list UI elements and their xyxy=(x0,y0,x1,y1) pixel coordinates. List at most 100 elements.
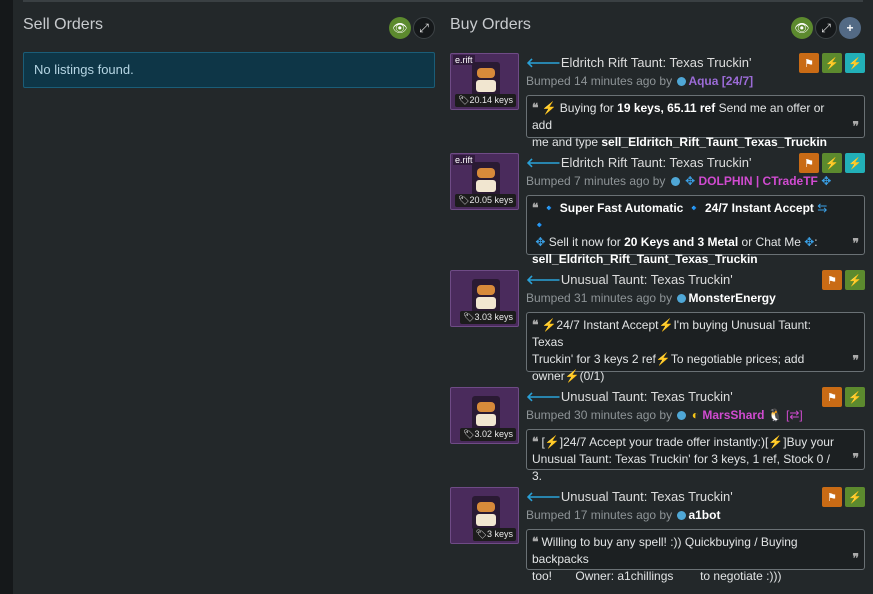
quote-close-icon: ❞ xyxy=(852,551,859,565)
listing-actions: ⚑ ⚡ xyxy=(822,487,865,507)
listing-title[interactable]: 🡐Eldritch Rift Taunt: Texas Truckin' xyxy=(526,55,751,71)
listing-title[interactable]: 🡐Unusual Taunt: Texas Truckin' xyxy=(526,389,733,405)
diamond-icon: 🔹 xyxy=(541,201,557,215)
buy-add-listing-button[interactable]: + xyxy=(839,17,861,39)
username-link[interactable]: MarsShard xyxy=(702,408,764,422)
bolt-icon: ⚡ xyxy=(848,391,862,404)
listing-meta: Bumped 31 minutes ago by MonsterEnergy xyxy=(526,291,776,305)
sell-expand-button[interactable]: ⤢ xyxy=(413,17,435,39)
quote-close-icon: ❞ xyxy=(852,451,859,465)
bolt-icon: ⚡ xyxy=(825,157,839,170)
item-thumbnail[interactable]: e.rift 🏷20.05 keys xyxy=(450,153,519,210)
instant-trade-button[interactable]: ⚡ xyxy=(845,153,865,173)
bolt-icon: ⚡ xyxy=(541,101,557,115)
report-button[interactable]: ⚑ xyxy=(822,487,842,507)
bolt-icon: ⚡ xyxy=(848,491,862,504)
quote-close-icon: ❞ xyxy=(852,119,859,133)
flag-icon: ⚑ xyxy=(804,57,814,70)
bolt-icon: ⚡ xyxy=(825,57,839,70)
taunt-item-image xyxy=(472,162,500,196)
status-dot-icon xyxy=(677,77,687,87)
sell-toggle-visibility-button[interactable]: 👁 xyxy=(389,17,411,39)
buy-listing: e.rift 🏷20.05 keys 🡐Eldritch Rift Taunt:… xyxy=(450,153,865,266)
username-link[interactable]: MonsterEnergy xyxy=(688,291,775,305)
expand-icon: ⤢ xyxy=(821,20,831,35)
report-button[interactable]: ⚑ xyxy=(799,153,819,173)
send-offer-button[interactable]: ⚡ xyxy=(845,487,865,507)
listing-meta: Bumped 17 minutes ago by a1bot xyxy=(526,508,721,522)
listing-title[interactable]: 🡐Unusual Taunt: Texas Truckin' xyxy=(526,489,733,505)
listing-actions: ⚑ ⚡ ⚡ xyxy=(799,53,865,73)
listing-actions: ⚑ ⚡ xyxy=(822,387,865,407)
send-offer-button[interactable]: ⚡ xyxy=(822,53,842,73)
listing-title[interactable]: 🡐Unusual Taunt: Texas Truckin' xyxy=(526,272,733,288)
listing-meta: Bumped 14 minutes ago by Aqua [24/7] xyxy=(526,74,754,88)
taunt-item-image xyxy=(472,62,500,96)
tag-icon: 🏷 xyxy=(475,529,487,539)
item-thumbnail[interactable]: 🏷3 keys xyxy=(450,487,519,544)
report-button[interactable]: ⚑ xyxy=(822,387,842,407)
listing-meta: Bumped 30 minutes ago by ◐ MarsShard 🐧 [… xyxy=(526,408,803,422)
price-tag: 🏷20.14 keys xyxy=(455,94,516,107)
item-thumbnail[interactable]: e.rift 🏷20.14 keys xyxy=(450,53,519,110)
send-offer-button[interactable]: ⚡ xyxy=(845,387,865,407)
listing-meta: Bumped 7 minutes ago by ✥ DOLPHIN | CTra… xyxy=(526,174,832,188)
quote-open-icon: ❝ xyxy=(532,435,539,449)
bolt-icon: ⚡ xyxy=(655,352,671,366)
tag-icon: 🏷 xyxy=(463,312,475,322)
arrow-left-icon: 🡐 xyxy=(526,155,561,170)
buy-expand-button[interactable]: ⤢ xyxy=(815,17,837,39)
buy-toggle-visibility-button[interactable]: 👁 xyxy=(791,17,813,39)
tag-icon: 🏷 xyxy=(458,195,470,205)
tag-icon: 🏷 xyxy=(463,429,475,439)
bolt-icon: ⚡ xyxy=(768,435,784,449)
listing-actions: ⚑ ⚡ ⚡ xyxy=(799,153,865,173)
arrow-left-icon: 🡐 xyxy=(526,489,561,504)
price-tag: 🏷3.02 keys xyxy=(460,428,516,441)
item-thumbnail[interactable]: 🏷3.03 keys xyxy=(450,270,519,327)
quote-close-icon: ❞ xyxy=(852,353,859,367)
diamond-icon: ✥ xyxy=(821,174,832,188)
sell-orders-title: Sell Orders xyxy=(23,16,104,33)
quote-open-icon: ❝ xyxy=(532,535,539,549)
buy-listing: 🏷3 keys 🡐Unusual Taunt: Texas Truckin' B… xyxy=(450,487,865,583)
username-link[interactable]: DOLPHIN | CTradeTF xyxy=(699,174,818,188)
send-offer-button[interactable]: ⚡ xyxy=(822,153,842,173)
quote-open-icon: ❝ xyxy=(532,201,539,215)
eye-slash-icon: 👁 xyxy=(794,21,810,35)
diamond-icon: 🔹 xyxy=(686,201,702,215)
taunt-item-image xyxy=(472,396,500,430)
left-sidebar-strip xyxy=(0,0,13,594)
diamond-icon: ✥ xyxy=(804,235,815,249)
flag-icon: ⚑ xyxy=(827,491,837,504)
arrow-left-icon: 🡐 xyxy=(526,389,561,404)
report-button[interactable]: ⚑ xyxy=(822,270,842,290)
instant-trade-button[interactable]: ⚡ xyxy=(845,53,865,73)
listing-comment: ❝ ⚡ Buying for 19 keys, 65.11 ref Send me… xyxy=(526,95,865,149)
eye-slash-icon: 👁 xyxy=(392,21,408,35)
bolt-icon: ⚡ xyxy=(848,57,862,70)
listing-comment: ❝ Willing to buy any spell! :)) Quickbuyi… xyxy=(526,529,865,583)
diamond-icon: 🔹 xyxy=(532,218,547,232)
plus-icon: + xyxy=(846,21,854,35)
listing-comment: ❝ 🔹 Super Fast Automatic 🔹 24/7 Instant A… xyxy=(526,195,865,266)
send-offer-button[interactable]: ⚡ xyxy=(845,270,865,290)
bolt-icon: ⚡ xyxy=(544,435,560,449)
listing-title[interactable]: 🡐Eldritch Rift Taunt: Texas Truckin' xyxy=(526,155,751,171)
bolt-icon: ⚡ xyxy=(848,274,862,287)
quote-open-icon: ❝ xyxy=(532,318,539,332)
quote-open-icon: ❝ xyxy=(532,101,539,115)
status-dot-icon xyxy=(670,177,680,187)
flag-icon: ⚑ xyxy=(827,274,837,287)
status-dot-icon xyxy=(677,511,687,521)
price-tag: 🏷20.05 keys xyxy=(455,194,516,207)
report-button[interactable]: ⚑ xyxy=(799,53,819,73)
user-suffix: [⇄] xyxy=(786,408,803,422)
bolt-icon: ⚡ xyxy=(541,318,557,332)
item-thumbnail[interactable]: 🏷3.02 keys xyxy=(450,387,519,444)
username-link[interactable]: Aqua [24/7] xyxy=(688,74,753,88)
price-tag: 🏷3.03 keys xyxy=(460,311,516,324)
username-link[interactable]: a1bot xyxy=(688,508,720,522)
arrow-left-icon: 🡐 xyxy=(526,55,561,70)
flag-icon: ⚑ xyxy=(827,391,837,404)
